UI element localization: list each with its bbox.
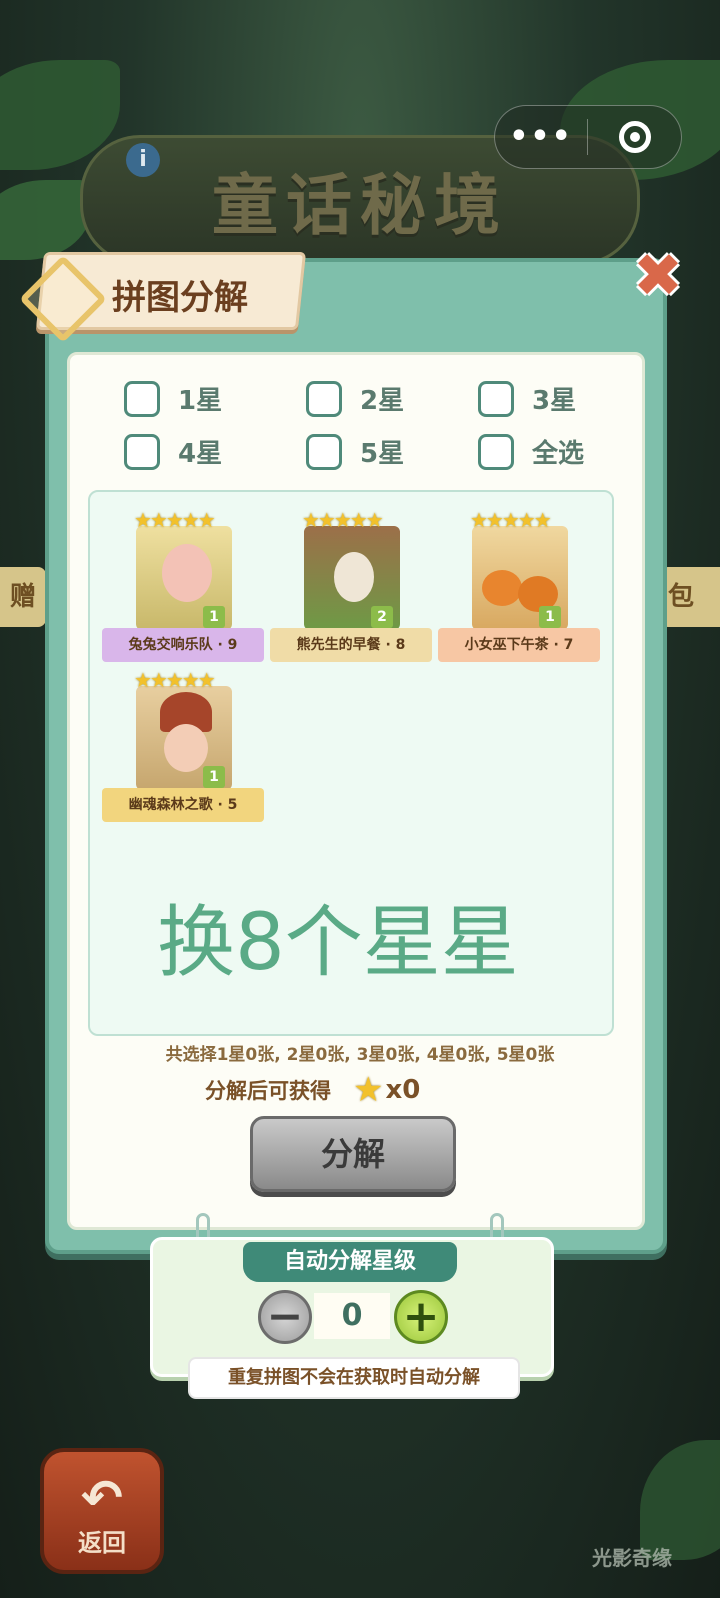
star-rating: ★★★★★ [134,508,216,532]
bear-figure [334,552,374,602]
filter-2-star[interactable]: 2星 [306,380,404,417]
star-rating: ★★★★★ [302,508,384,532]
count-badge: 2 [371,606,393,628]
side-tag-right[interactable]: 包 [660,567,720,627]
checkbox[interactable] [478,380,514,417]
checkbox[interactable] [478,433,514,470]
count-badge: 1 [203,606,225,628]
decompose-button[interactable]: 分解 [250,1116,456,1192]
puzzle-card[interactable]: ★★★★★ 2 熊先生的早餐 · 8 [270,508,432,668]
back-arrow-icon: ↶ [81,1469,123,1527]
gain-label: 分解后可获得 [205,1079,331,1103]
card-name-ribbon: 小女巫下午茶 · 7 [438,628,600,662]
auto-decompose-title: 自动分解星级 [243,1242,457,1282]
filter-label: 3星 [532,386,577,416]
checkbox[interactable] [306,380,342,417]
checkbox[interactable] [124,433,160,470]
back-button-label: 返回 [78,1529,126,1557]
exchange-text: 换8个星星 [157,898,519,988]
filter-select-all[interactable]: 全选 [478,433,584,470]
card-name-ribbon: 兔兔交响乐队 · 9 [102,628,264,662]
miniprogram-capsule: ••• [494,105,682,169]
more-menu-button[interactable]: ••• [495,107,587,167]
watermark-logo: 光影奇缘 [592,1546,672,1570]
filter-label: 1星 [178,386,223,416]
modal-title: 拼图分解 [112,278,248,318]
minus-button[interactable]: − [258,1290,312,1344]
girl-figure [164,724,208,772]
back-button[interactable]: ↶ 返回 [40,1448,164,1574]
filter-label: 全选 [532,439,585,469]
pumpkin-figure [482,570,522,606]
checkbox[interactable] [124,380,160,417]
auto-decompose-note: 重复拼图不会在获取时自动分解 [188,1357,520,1399]
target-icon [618,121,651,153]
info-icon[interactable]: i [126,143,160,177]
side-tag-left[interactable]: 赠 [0,567,46,627]
star-rating: ★★★★★ [134,668,216,692]
close-icon[interactable]: ✖ [630,246,686,306]
count-badge: 1 [203,766,225,788]
close-miniprogram-button[interactable] [588,121,681,153]
plus-button[interactable]: + [394,1290,448,1344]
filter-3-star[interactable]: 3星 [478,380,576,417]
star-rating: ★★★★★ [470,508,552,532]
puzzle-card[interactable]: ★★★★★ 1 幽魂森林之歌 · 5 [102,668,264,828]
game-title: 童话秘境 [212,167,508,244]
filter-5-star[interactable]: 5星 [306,433,404,470]
star-icon: ★ [353,1070,384,1110]
checkbox[interactable] [306,433,342,470]
auto-level-value: 0 [314,1293,390,1339]
card-name-ribbon: 幽魂森林之歌 · 5 [102,788,264,822]
filter-label: 4星 [178,439,223,469]
gain-value: x0 [385,1075,421,1105]
filter-label: 2星 [360,386,405,416]
count-badge: 1 [539,606,561,628]
selection-summary: 共选择1星0张, 2星0张, 3星0张, 4星0张, 5星0张 [165,1045,555,1065]
filter-4-star[interactable]: 4星 [124,433,222,470]
bunny-figure [162,544,212,602]
filter-1-star[interactable]: 1星 [124,380,222,417]
card-name-ribbon: 熊先生的早餐 · 8 [270,628,432,662]
gain-row: 分解后可获得 ★ x0 [205,1070,420,1110]
puzzle-card[interactable]: ★★★★★ 1 小女巫下午茶 · 7 [438,508,600,668]
filter-label: 5星 [360,439,405,469]
puzzle-card[interactable]: ★★★★★ 1 兔兔交响乐队 · 9 [102,508,264,668]
